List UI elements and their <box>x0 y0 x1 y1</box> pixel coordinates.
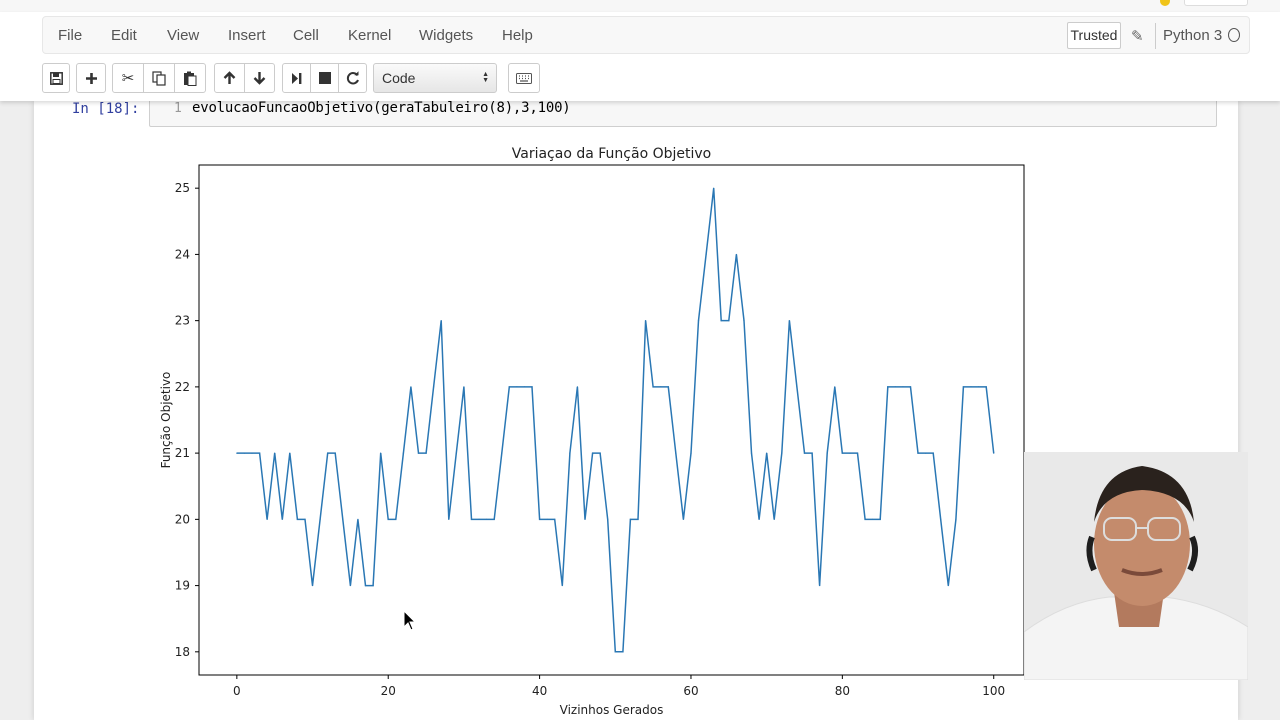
menu-view[interactable]: View <box>167 27 199 44</box>
menu-help[interactable]: Help <box>502 27 533 44</box>
browser-top-strip <box>0 0 1280 12</box>
notebook-header: File Edit View Insert Cell Kernel Widget… <box>0 12 1280 101</box>
keyboard-icon <box>516 72 532 84</box>
cell-type-value: Code <box>382 70 416 86</box>
cut-icon: ✂ <box>121 69 135 87</box>
run-icon <box>292 72 302 84</box>
select-arrows-icon: ▲ ▼ <box>482 71 489 84</box>
webcam-overlay <box>1024 452 1248 680</box>
run-button[interactable] <box>282 63 311 93</box>
arrow-up-icon <box>223 71 236 84</box>
command-palette-button[interactable] <box>508 63 540 93</box>
top-tab-fragment <box>1184 0 1248 6</box>
menu-cell[interactable]: Cell <box>293 27 319 44</box>
arrow-down-icon <box>253 72 266 85</box>
paste-button[interactable] <box>174 63 206 93</box>
menu-kernel[interactable]: Kernel <box>348 27 391 44</box>
plus-icon <box>85 72 97 84</box>
notification-dot <box>1160 0 1170 6</box>
pencil-icon[interactable]: ✎ <box>1131 27 1144 45</box>
menu-bar: File Edit View Insert Cell Kernel Widget… <box>42 16 1250 54</box>
restart-button[interactable] <box>338 63 367 93</box>
menu-edit[interactable]: Edit <box>111 27 137 44</box>
cut-button[interactable]: ✂ <box>112 63 144 93</box>
stop-icon <box>318 72 331 84</box>
divider <box>1155 23 1156 49</box>
kernel-name: Python 3 <box>1163 27 1223 44</box>
restart-icon <box>346 71 359 85</box>
save-button[interactable] <box>42 63 70 93</box>
paste-icon <box>184 71 197 86</box>
mouse-cursor-icon <box>403 610 417 631</box>
code-line[interactable]: evolucaoFuncaoObjetivo(geraTabuleiro(8),… <box>192 100 571 116</box>
copy-button[interactable] <box>143 63 175 93</box>
menu-widgets[interactable]: Widgets <box>419 27 473 44</box>
kernel-status-icon <box>1228 28 1240 42</box>
insert-cell-button[interactable] <box>76 63 106 93</box>
save-icon <box>49 71 63 85</box>
menu-file[interactable]: File <box>58 27 82 44</box>
cell-type-select[interactable]: Code ▲ ▼ <box>373 63 497 93</box>
line-number: 1 <box>174 101 182 116</box>
move-up-button[interactable] <box>214 63 245 93</box>
cell-prompt: In [18]: <box>72 101 140 117</box>
copy-icon <box>152 70 166 86</box>
move-down-button[interactable] <box>244 63 275 93</box>
interrupt-button[interactable] <box>310 63 339 93</box>
menu-insert[interactable]: Insert <box>228 27 266 44</box>
trusted-button[interactable]: Trusted <box>1067 22 1121 49</box>
